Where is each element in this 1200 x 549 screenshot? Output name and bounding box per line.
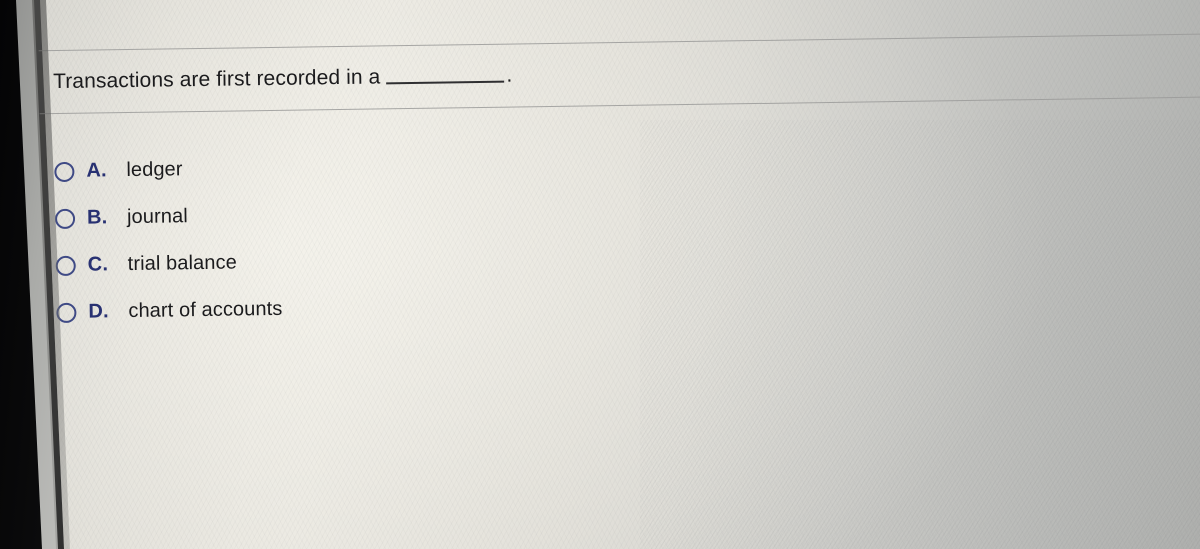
answer-options-list: A. ledger B. journal C. trial balance D.… — [54, 145, 283, 336]
divider-line-bottom — [39, 96, 1200, 115]
option-row-d[interactable]: D. chart of accounts — [56, 286, 283, 336]
option-row-c[interactable]: C. trial balance — [55, 239, 282, 289]
option-letter-d: D. — [88, 300, 109, 323]
question-screenshot: Transactions are first recorded in a. A.… — [0, 0, 1200, 549]
option-label-c[interactable]: trial balance — [128, 251, 237, 276]
option-letter-b: B. — [86, 206, 108, 229]
option-letter-c: C. — [87, 253, 109, 276]
question-text: Transactions are first recorded in a. — [53, 62, 513, 97]
question-suffix: . — [506, 63, 513, 87]
option-label-a[interactable]: ledger — [126, 158, 183, 182]
question-content: Transactions are first recorded in a. A.… — [0, 0, 1200, 549]
question-prefix: Transactions are first recorded in a — [52, 65, 381, 94]
radio-unselected-icon[interactable] — [54, 208, 76, 229]
radio-unselected-icon[interactable] — [54, 161, 75, 182]
option-label-b[interactable]: journal — [127, 205, 188, 229]
divider-line-top — [38, 33, 1200, 52]
option-row-b[interactable]: B. journal — [54, 192, 282, 242]
option-label-d[interactable]: chart of accounts — [128, 298, 282, 323]
radio-unselected-icon[interactable] — [55, 255, 76, 276]
option-letter-a: A. — [86, 159, 107, 182]
question-blank-underline — [386, 80, 505, 85]
option-row-a[interactable]: A. ledger — [54, 145, 281, 195]
